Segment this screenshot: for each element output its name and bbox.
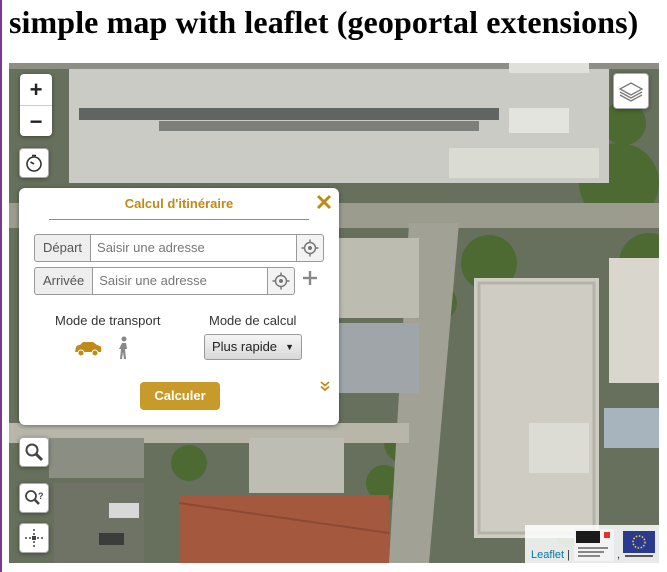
end-label: Arrivée <box>34 267 93 295</box>
add-step-icon[interactable] <box>302 270 318 286</box>
measure-button[interactable] <box>19 523 49 553</box>
layers-button[interactable] <box>613 73 649 109</box>
start-address-input[interactable] <box>90 234 298 262</box>
start-label: Départ <box>34 234 91 262</box>
page-left-border <box>0 0 2 572</box>
calculate-button[interactable]: Calculer <box>140 382 220 410</box>
crosshair-icon <box>301 239 319 257</box>
transport-mode-label: Mode de transport <box>55 313 161 328</box>
reverse-geocode-icon: ? <box>25 490 44 505</box>
select-arrow-icon: ▼ <box>285 342 294 352</box>
title-divider <box>49 219 309 220</box>
eu-flag-icon <box>623 531 655 557</box>
ign-logo <box>573 529 614 561</box>
calc-mode-value: Plus rapide <box>212 339 278 354</box>
page-title: simple map with leaflet (geoportal exten… <box>9 4 639 40</box>
route-panel-title: Calcul d'itinéraire <box>124 196 234 211</box>
end-row: Arrivée <box>34 267 296 295</box>
calc-mode-label: Mode de calcul <box>209 313 297 328</box>
measure-icon <box>25 529 43 547</box>
car-icon[interactable] <box>73 341 103 357</box>
search-button[interactable] <box>19 437 49 467</box>
pedestrian-icon[interactable] <box>116 336 132 360</box>
search-icon <box>25 443 44 462</box>
attribution-comma: , <box>616 549 620 561</box>
reverse-geocode-button[interactable]: ? <box>19 483 49 513</box>
end-address-input[interactable] <box>92 267 269 295</box>
chevron-double-down-icon[interactable] <box>319 380 331 392</box>
svg-text:?: ? <box>38 491 44 501</box>
zoom-in-button[interactable]: + <box>20 74 52 106</box>
time-control-button[interactable] <box>19 148 49 178</box>
zoom-control: + − <box>20 74 52 136</box>
start-locate-button[interactable] <box>297 234 325 262</box>
attribution-separator: | <box>567 549 570 561</box>
crosshair-icon <box>272 272 290 290</box>
calc-mode-select[interactable]: Plus rapide ▼ <box>204 334 302 360</box>
map[interactable]: + − Calcul d'itinéraire Départ Saisir un… <box>9 63 659 563</box>
start-row: Départ <box>34 234 325 262</box>
close-icon[interactable] <box>315 193 333 211</box>
layers-icon <box>618 82 644 102</box>
end-locate-button[interactable] <box>268 267 296 295</box>
clock-icon <box>26 154 42 172</box>
zoom-out-button[interactable]: − <box>20 106 52 136</box>
leaflet-link[interactable]: Leaflet <box>531 549 564 561</box>
attribution-bar: Leaflet | , <box>525 525 659 563</box>
route-panel: Calcul d'itinéraire Départ Arrivée <box>19 188 339 425</box>
